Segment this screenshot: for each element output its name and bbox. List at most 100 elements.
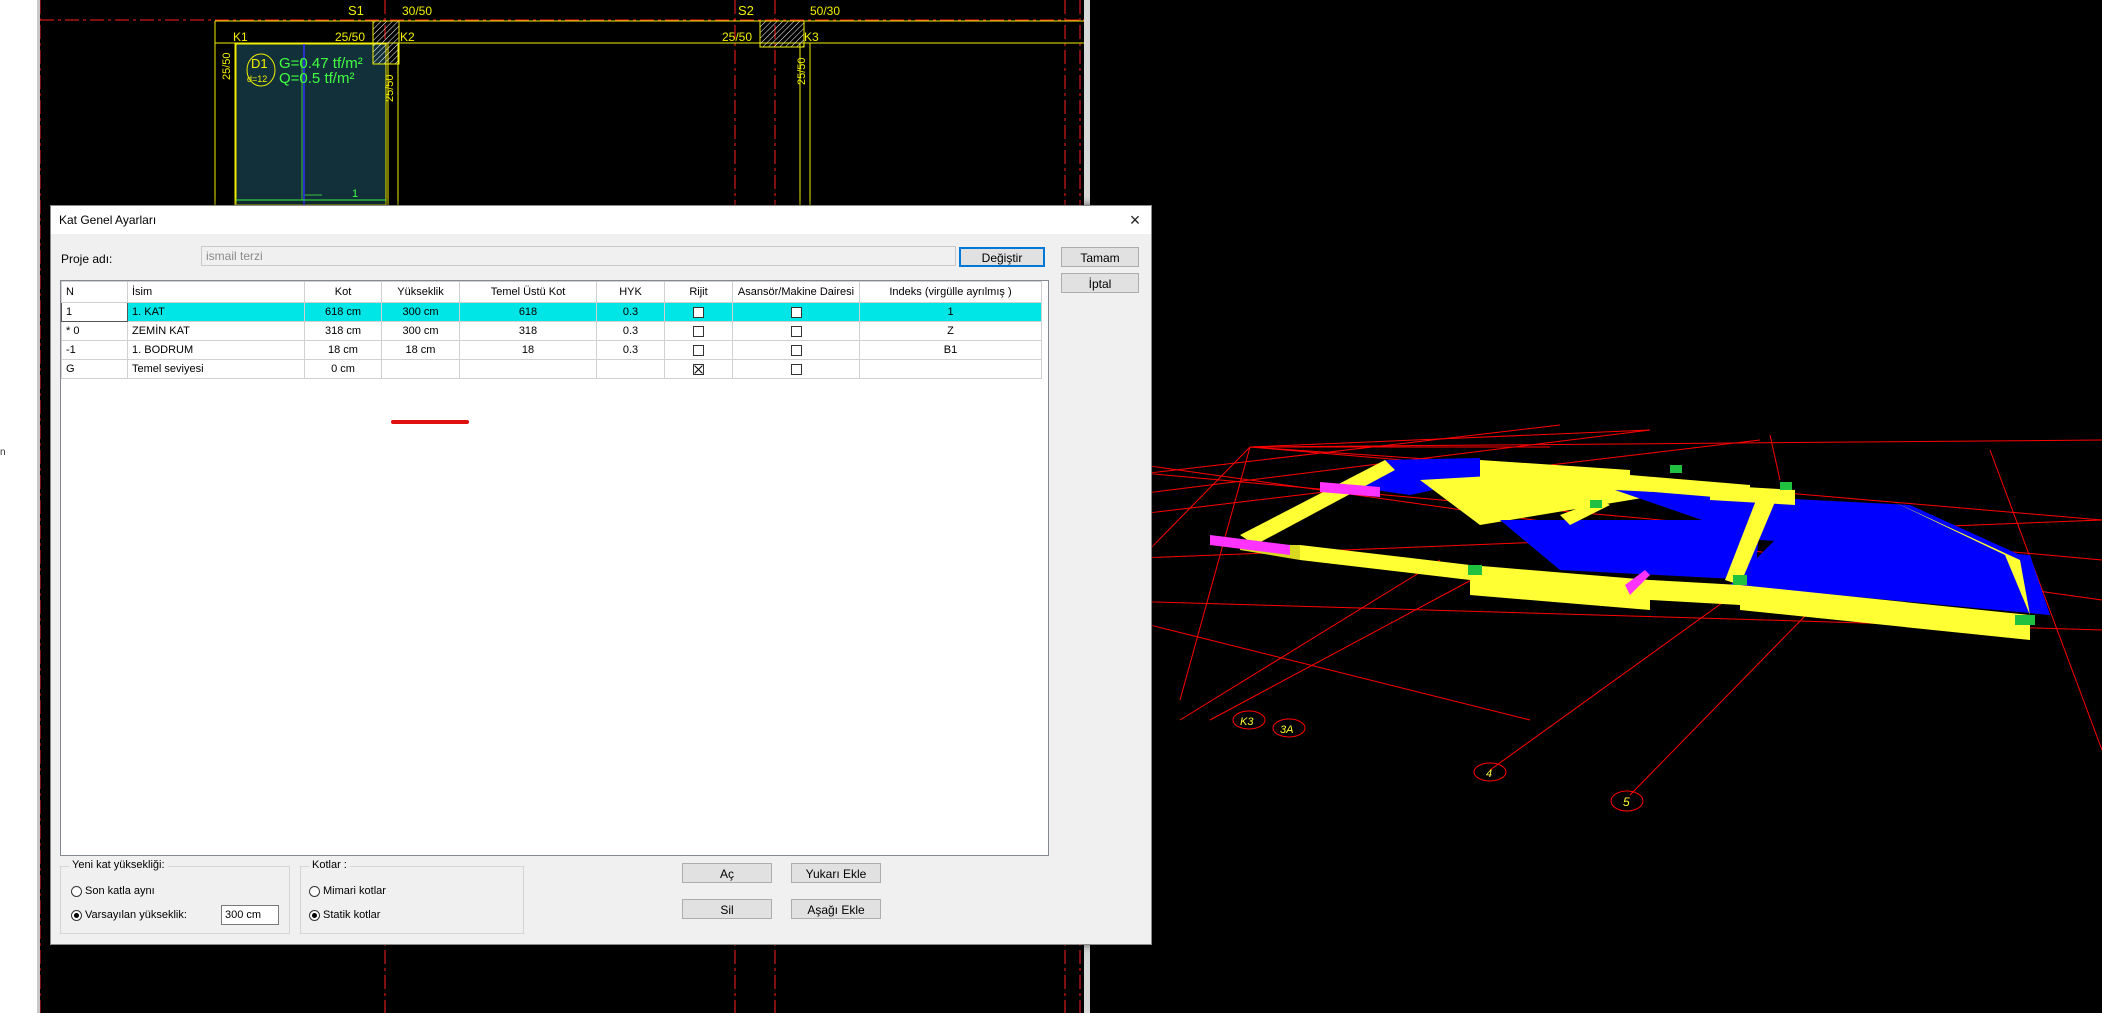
column-size-label: 30/50 [402,4,432,18]
cell-elevator[interactable] [732,321,860,341]
table-row[interactable]: -1 1. BODRUM 18 cm 18 cm 18 0.3 B1 [61,340,1042,360]
same-as-last-option[interactable]: Son katla aynı [71,885,155,897]
cell-name[interactable]: ZEMİN KAT [127,321,305,341]
cell-name[interactable]: 1. BODRUM [127,340,305,360]
cell-foundation-top[interactable]: 318 [459,321,597,341]
cell-elevator[interactable] [732,302,860,322]
cell-index[interactable]: Z [859,321,1042,341]
column-header[interactable]: Indeks (virgülle ayrılmış ) [859,281,1042,303]
elevator-checkbox[interactable] [790,363,802,375]
column [2015,615,2035,625]
column-header[interactable]: N [61,281,128,303]
floor-settings-dialog: Kat Genel Ayarları × Proje adı: ismail t… [50,205,1152,945]
cell-rigid[interactable] [664,302,733,322]
column-header[interactable]: Temel Üstü Kot [459,281,597,303]
cell-kot[interactable]: 18 cm [304,340,382,360]
beam-label-k2: K2 [400,30,415,44]
beam-size-label-vertical: 25/50 [384,74,396,102]
ok-button[interactable]: Tamam [1061,247,1139,267]
rigid-checkbox[interactable] [693,344,704,356]
rigid-checkbox[interactable] [693,306,704,318]
column-s1 [372,20,400,65]
cell-index[interactable] [859,359,1042,379]
cell-foundation-top[interactable] [459,359,597,379]
cell-hyk[interactable]: 0.3 [596,302,665,322]
project-name-field: ismail terzi [201,246,956,266]
column-header[interactable]: Asansör/Makine Dairesi [732,281,860,303]
elevator-checkbox[interactable] [790,344,802,356]
open-button[interactable]: Aç [682,863,772,883]
elevator-checkbox[interactable] [790,306,802,318]
cell-n[interactable]: -1 [61,340,128,360]
cell-height[interactable]: 300 cm [381,302,460,322]
cell-hyk[interactable] [596,359,665,379]
change-button[interactable]: Değiştir [959,247,1045,267]
red-annotation-underline [391,420,469,424]
column-header[interactable]: Yükseklik [381,281,460,303]
cell-height[interactable]: 18 cm [381,340,460,360]
cell-hyk[interactable]: 0.3 [596,321,665,341]
cell-foundation-top[interactable]: 18 [459,340,597,360]
cell-kot[interactable]: 618 cm [304,302,382,322]
table-row[interactable]: G Temel seviyesi 0 cm [61,359,1042,379]
axis-line [1769,434,1781,481]
cell-rigid[interactable] [664,321,733,341]
axis-line [1249,439,2102,448]
cell-rigid[interactable] [664,340,733,360]
cell-rigid[interactable] [664,359,733,379]
rigid-checkbox[interactable] [693,363,704,375]
radio-architectural[interactable] [309,885,320,897]
cancel-button[interactable]: İptal [1061,273,1139,293]
cell-kot[interactable]: 318 cm [304,321,382,341]
default-height-input[interactable]: 300 cm [221,905,279,925]
cell-index[interactable]: B1 [859,340,1042,360]
beam-size-label-vertical: 25/50 [221,52,233,80]
radio-static[interactable] [309,909,320,921]
radio-default[interactable] [71,909,82,921]
axis-line [1209,569,1491,721]
static-levels-option[interactable]: Statik kotlar [309,909,380,921]
cell-height[interactable]: 300 cm [381,321,460,341]
column-header[interactable]: Rijit [664,281,733,303]
delete-button[interactable]: Sil [682,899,772,919]
cell-height[interactable] [381,359,460,379]
table-row[interactable]: * 0 ZEMİN KAT 318 cm 300 cm 318 0.3 Z [61,321,1042,341]
cell-kot[interactable]: 0 cm [304,359,382,379]
column-header[interactable]: Kot [304,281,382,303]
column-header[interactable]: HYK [596,281,665,303]
stray-glyph: n [0,447,6,458]
dialog-titlebar[interactable]: Kat Genel Ayarları × [51,206,1151,234]
beam-size-label: 25/50 [722,30,752,44]
cell-index[interactable]: 1 [859,302,1042,322]
radio-same[interactable] [71,885,82,897]
cell-hyk[interactable]: 0.3 [596,340,665,360]
architectural-levels-option[interactable]: Mimari kotlar [309,885,386,897]
cell-n[interactable]: * 0 [61,321,128,341]
cell-foundation-top[interactable]: 618 [459,302,597,322]
cell-name[interactable]: 1. KAT [127,302,305,322]
beam [1240,460,1395,545]
axis-label-s1: S1 [348,3,364,18]
axis-line [1179,559,1441,721]
3d-model-view[interactable]: K3 3A 4 5 [1090,0,2102,1013]
column [1780,482,1792,490]
cell-n[interactable]: G [61,359,128,379]
close-icon[interactable]: × [1123,208,1147,232]
cell-elevator[interactable] [732,359,860,379]
cell-elevator[interactable] [732,340,860,360]
slab-thickness-label: d=12 [247,74,267,84]
add-below-button[interactable]: Aşağı Ekle [791,899,881,919]
table-row[interactable]: 1 1. KAT 618 cm 300 cm 618 0.3 1 [61,302,1042,322]
add-above-button[interactable]: Yukarı Ekle [791,863,881,883]
default-height-option[interactable]: Varsayılan yükseklik: [71,909,187,921]
cell-name[interactable]: Temel seviyesi [127,359,305,379]
cell-n[interactable]: 1 [61,302,128,322]
table-header-row: N İsim Kot Yükseklik Temel Üstü Kot HYK … [61,281,1042,303]
rigid-checkbox[interactable] [693,325,704,337]
group-title: Kotlar : [309,859,350,871]
elevator-checkbox[interactable] [790,325,802,337]
column-header[interactable]: İsim [127,281,305,303]
floor-table-panel[interactable]: N İsim Kot Yükseklik Temel Üstü Kot HYK … [60,280,1049,856]
column [1670,465,1682,473]
slab-load-q: Q=0.5 tf/m² [279,70,354,87]
